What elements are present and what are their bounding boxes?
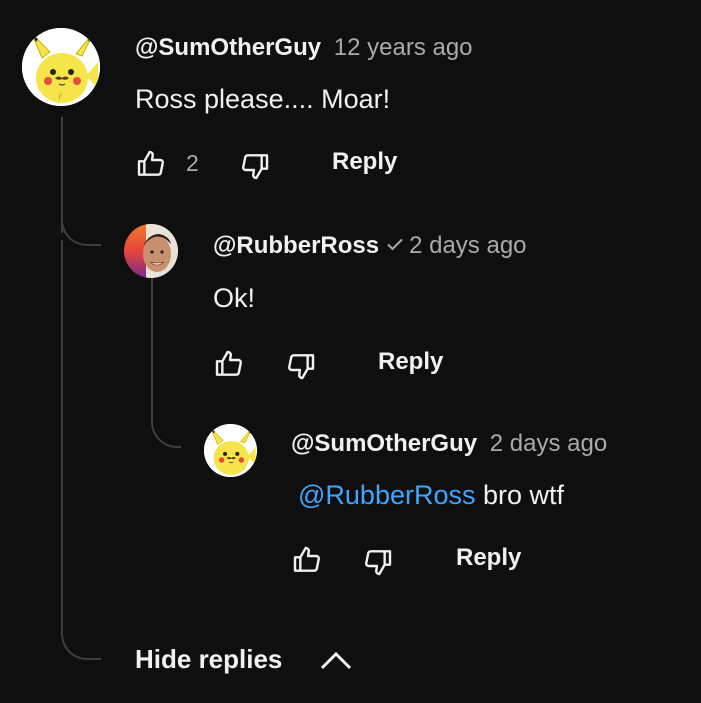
thumb-down-icon [365, 550, 392, 576]
reply1-dislike-button[interactable] [285, 350, 317, 387]
thumb-up-icon [215, 350, 242, 376]
dislike-button[interactable] [239, 150, 271, 187]
reply1-text: Ok! [213, 283, 256, 313]
rubberross-avatar [124, 224, 178, 278]
reply1-time[interactable]: 2 days ago [409, 232, 526, 259]
thread-line-reply1 [151, 278, 153, 418]
reply2-reply-button[interactable]: Reply [456, 544, 521, 572]
reply-button[interactable]: Reply [332, 148, 397, 176]
thread-curve-hide [61, 630, 101, 660]
pikachu-avatar [22, 28, 100, 106]
thumb-up-icon [137, 150, 164, 176]
comment-text: Ross please.... Moar! [135, 84, 391, 114]
hide-replies-label: Hide replies [135, 644, 283, 674]
thumb-down-icon [288, 354, 315, 380]
reply2-text-body: bro wtf [475, 480, 565, 510]
pikachu-avatar [204, 424, 257, 477]
thread-curve-reply1 [61, 216, 101, 246]
reply1-reply-button[interactable]: Reply [378, 348, 443, 376]
comment-author[interactable]: @SumOtherGuy [135, 34, 321, 61]
comment-time[interactable]: 12 years ago [334, 34, 473, 61]
like-button[interactable] [135, 148, 167, 185]
thumb-up-icon [293, 546, 320, 572]
thread-line-main-lower [61, 240, 63, 632]
thumb-down-icon [242, 154, 269, 180]
chevron-up-icon [319, 644, 353, 681]
reply2-author[interactable]: @SumOtherGuy [291, 430, 477, 457]
avatar-rubberross[interactable] [124, 224, 178, 278]
hide-replies-button[interactable]: Hide replies [135, 642, 375, 678]
avatar-sumotherguy[interactable] [22, 28, 100, 106]
verified-check-icon [385, 233, 405, 261]
reply2-header: @SumOtherGuy 2 days ago [291, 430, 607, 458]
reply1-like-button[interactable] [213, 348, 245, 385]
reply2-actions: Reply [291, 542, 551, 578]
comment-actions: 2 Reply [135, 146, 435, 182]
comment-header: @SumOtherGuy 12 years ago [135, 34, 473, 62]
thread-curve-reply2 [151, 418, 181, 448]
reply2-time[interactable]: 2 days ago [490, 430, 607, 457]
reply1-header: @RubberRoss 2 days ago [213, 232, 527, 261]
reply1-actions: Reply [213, 346, 473, 382]
reply2-like-button[interactable] [291, 544, 323, 581]
avatar-sumotherguy-reply[interactable] [204, 424, 257, 477]
reply2-mention-link[interactable]: @RubberRoss [298, 480, 475, 510]
reply2-dislike-button[interactable] [362, 546, 394, 583]
reply2-text: @RubberRoss bro wtf [298, 478, 564, 512]
like-count: 2 [186, 150, 199, 176]
reply1-author[interactable]: @RubberRoss [213, 232, 379, 259]
